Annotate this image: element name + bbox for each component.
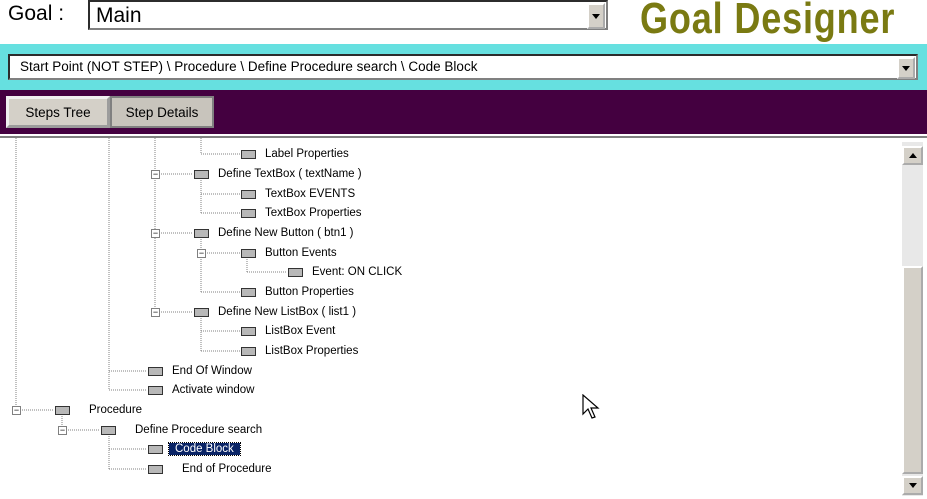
tree-node[interactable]: Define Procedure search xyxy=(101,422,262,438)
folder-icon xyxy=(241,189,256,199)
path-bar: Start Point (NOT STEP) \ Procedure \ Def… xyxy=(0,44,927,90)
scrollbar-thumb[interactable] xyxy=(902,266,923,474)
path-select-value: Start Point (NOT STEP) \ Procedure \ Def… xyxy=(20,59,478,74)
vertical-scrollbar[interactable] xyxy=(902,142,923,496)
tree-node[interactable]: ListBox Event xyxy=(241,323,335,339)
folder-icon xyxy=(241,346,256,356)
tree-node[interactable]: Define New Button ( btn1 ) xyxy=(194,225,354,241)
goal-select[interactable]: Main xyxy=(88,0,608,30)
tree-node[interactable]: Event: ON CLICK xyxy=(288,264,402,280)
tree-node[interactable]: End of Procedure xyxy=(148,461,272,477)
tab-step-details[interactable]: Step Details xyxy=(110,96,214,128)
tree-node[interactable]: ListBox Properties xyxy=(241,343,358,359)
collapse-toggle[interactable]: − xyxy=(58,426,67,435)
folder-icon xyxy=(241,149,256,159)
folder-icon xyxy=(194,169,209,179)
tree-node[interactable]: Button Events xyxy=(241,245,337,261)
folder-icon xyxy=(55,405,70,415)
path-dropdown-button[interactable] xyxy=(897,57,915,79)
app-title: Goal Designer xyxy=(640,0,896,43)
chevron-down-icon xyxy=(592,13,600,19)
mouse-pointer-icon xyxy=(582,394,600,419)
collapse-toggle[interactable]: − xyxy=(197,249,206,258)
tree-node[interactable]: TextBox EVENTS xyxy=(241,186,355,202)
folder-icon xyxy=(241,326,256,336)
goal-select-value: Main xyxy=(96,4,142,27)
folder-icon xyxy=(148,464,163,474)
folder-icon xyxy=(288,267,303,277)
tree-node[interactable]: Activate window xyxy=(148,382,254,398)
folder-icon xyxy=(241,287,256,297)
folder-icon xyxy=(241,248,256,258)
tree-node-selected[interactable]: Code Block xyxy=(148,441,241,457)
folder-icon xyxy=(101,425,116,435)
path-select[interactable]: Start Point (NOT STEP) \ Procedure \ Def… xyxy=(8,54,918,80)
scroll-down-button[interactable] xyxy=(902,476,923,495)
tree-node[interactable]: TextBox Properties xyxy=(241,205,362,221)
steps-tree-panel: − − − − − − Label Properties Define Text… xyxy=(0,136,927,499)
tab-bar: Steps Tree Step Details xyxy=(0,90,927,134)
folder-icon xyxy=(148,366,163,376)
folder-icon xyxy=(194,228,209,238)
collapse-toggle[interactable]: − xyxy=(151,308,160,317)
tab-steps-tree[interactable]: Steps Tree xyxy=(6,96,110,128)
tree-node[interactable]: End Of Window xyxy=(148,363,252,379)
arrow-up-icon xyxy=(908,153,917,158)
tree-node[interactable]: Define TextBox ( textName ) xyxy=(194,166,362,182)
tree-connector-lines xyxy=(15,138,286,470)
chevron-down-icon xyxy=(902,65,910,71)
tree-node[interactable]: Define New ListBox ( list1 ) xyxy=(194,304,356,320)
tree-node[interactable]: Label Properties xyxy=(241,146,349,162)
arrow-down-icon xyxy=(908,483,917,488)
goal-label: Goal : xyxy=(8,2,65,25)
goal-dropdown-button[interactable] xyxy=(587,3,605,29)
scroll-up-button[interactable] xyxy=(902,146,923,165)
folder-icon xyxy=(148,385,163,395)
tree-node[interactable]: Button Properties xyxy=(241,284,354,300)
collapse-toggle[interactable]: − xyxy=(151,170,160,179)
folder-icon xyxy=(241,208,256,218)
folder-icon xyxy=(194,307,209,317)
folder-icon xyxy=(148,444,163,454)
collapse-toggle[interactable]: − xyxy=(151,229,160,238)
tree-node[interactable]: Procedure xyxy=(55,402,142,418)
collapse-toggle[interactable]: − xyxy=(12,406,21,415)
